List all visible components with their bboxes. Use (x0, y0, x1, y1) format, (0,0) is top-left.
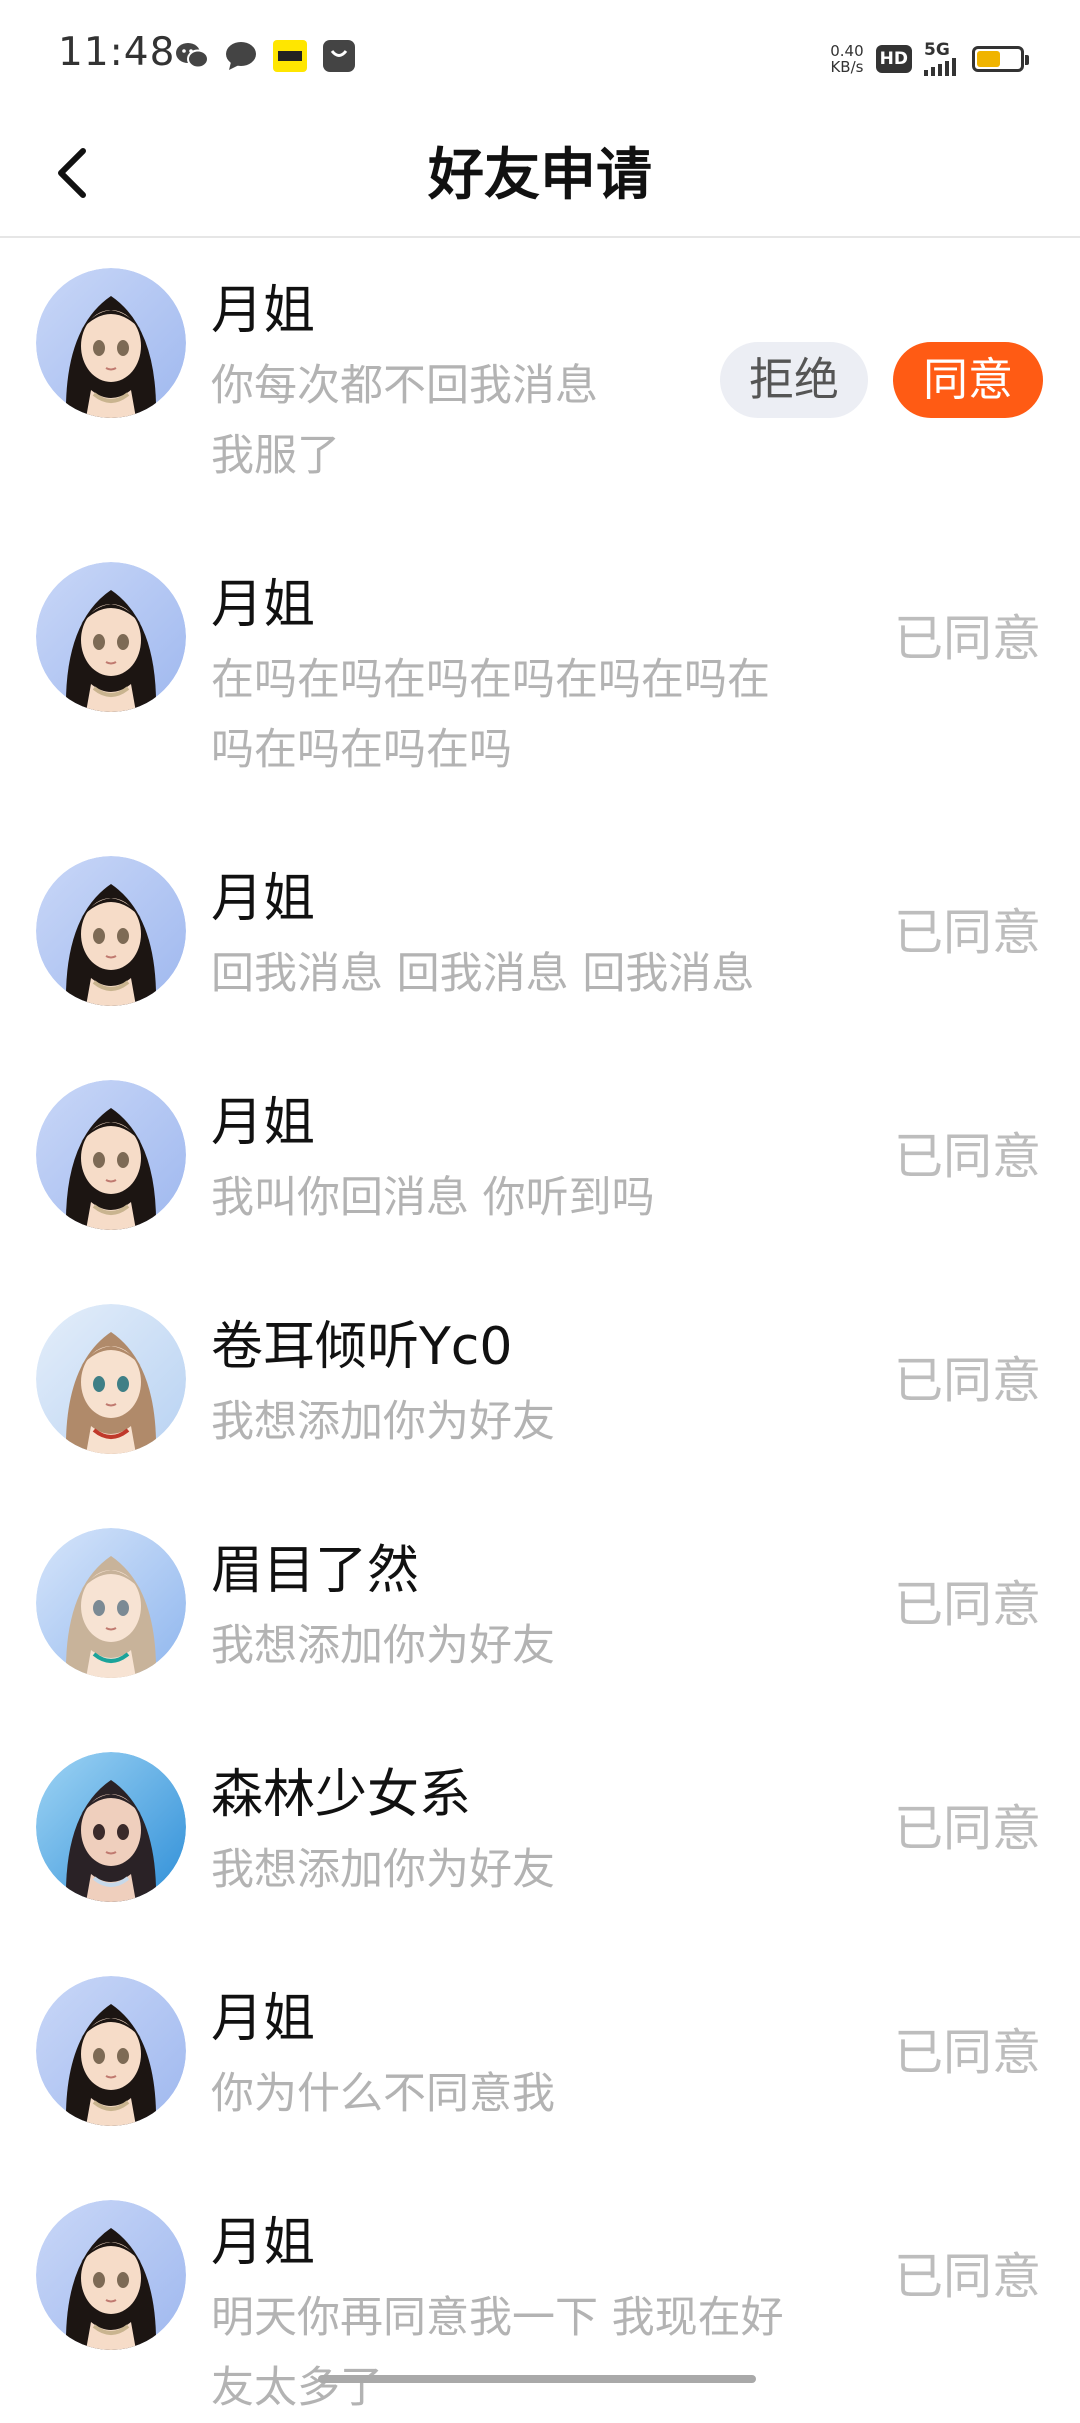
accepted-status: 已同意 (893, 1128, 1041, 1185)
kuaikan-icon (273, 40, 307, 76)
request-message: 你为什么不同意我 (211, 2069, 555, 2119)
accepted-status: 已同意 (893, 610, 1041, 667)
status-bar: 11:48 0.40 KB/s HD 5G (0, 0, 1080, 118)
network-speed-unit: KB/s (830, 58, 864, 76)
home-indicator (318, 2375, 756, 2383)
hd-badge: HD (875, 45, 912, 73)
battery-icon (972, 46, 1029, 72)
requester-name: 月姐 (211, 281, 316, 341)
requester-name: 月姐 (211, 2213, 316, 2273)
requester-name: 月姐 (211, 869, 316, 929)
requester-name: 眉目了然 (211, 1541, 420, 1601)
accept-button[interactable]: 同意 (893, 342, 1043, 418)
requester-name: 月姐 (211, 1093, 316, 1153)
signal-bars-icon (924, 58, 956, 76)
requester-name: 月姐 (211, 1989, 316, 2049)
battery-level (977, 51, 1001, 67)
avatar[interactable] (36, 562, 186, 712)
signal-indicator: 5G (924, 42, 960, 76)
request-message: 明天你再同意我一下 我现在好 友太多了 (211, 2293, 784, 2413)
signal-label: 5G (924, 40, 950, 60)
request-message: 我叫你回消息 你听到吗 (211, 1173, 655, 1223)
request-message: 回我消息 回我消息 回我消息 (211, 949, 755, 999)
dark-hair-girl-avatar (36, 856, 186, 1006)
requester-name: 森林少女系 (211, 1765, 472, 1825)
dark-hair-girl-avatar (36, 2200, 186, 2350)
avatar[interactable] (36, 1976, 186, 2126)
dark-hair-girl-avatar (36, 1976, 186, 2126)
accepted-status: 已同意 (893, 1352, 1041, 1409)
page-title: 好友申请 (428, 143, 652, 208)
avatar[interactable] (36, 1528, 186, 1678)
accepted-status: 已同意 (893, 1576, 1041, 1633)
request-message: 我想添加你为好友 (211, 1397, 555, 1447)
notification-icons (175, 38, 355, 78)
request-message: 我想添加你为好友 (211, 1621, 555, 1671)
status-time: 11:48 (58, 30, 176, 75)
requester-name: 卷耳倾听Yc0 (211, 1317, 513, 1377)
avatar[interactable] (36, 1752, 186, 1902)
dark-hair-girl-avatar (36, 1080, 186, 1230)
reject-button[interactable]: 拒绝 (720, 342, 868, 418)
accepted-status: 已同意 (893, 904, 1041, 961)
avatar[interactable] (36, 1080, 186, 1230)
dark-hair-girl-avatar (36, 562, 186, 712)
illustrated-girl-avatar (36, 1752, 186, 1902)
avatar[interactable] (36, 2200, 186, 2350)
wechat-icon (175, 41, 209, 75)
network-speed: 0.40 KB/s (830, 43, 863, 75)
requester-name: 月姐 (211, 575, 316, 635)
header: 好友申请 (0, 118, 1080, 238)
request-message: 在吗在吗在吗在吗在吗在吗在 吗在吗在吗在吗 (211, 655, 770, 775)
accepted-status: 已同意 (893, 1800, 1041, 1857)
light-brown-hair-girl-avatar (36, 1304, 186, 1454)
accepted-status: 已同意 (893, 2248, 1041, 2305)
network-speed-value: 0.40 (830, 42, 864, 60)
dark-hair-girl-avatar (36, 268, 186, 418)
avatar[interactable] (36, 268, 186, 418)
accepted-status: 已同意 (893, 2024, 1041, 2081)
request-message: 我想添加你为好友 (211, 1845, 555, 1895)
system-indicators: 0.40 KB/s HD 5G (830, 36, 1029, 82)
bag-icon (323, 40, 355, 76)
message-icon (225, 41, 257, 75)
avatar[interactable] (36, 1304, 186, 1454)
avatar[interactable] (36, 856, 186, 1006)
blonde-ponytail-girl-avatar (36, 1528, 186, 1678)
